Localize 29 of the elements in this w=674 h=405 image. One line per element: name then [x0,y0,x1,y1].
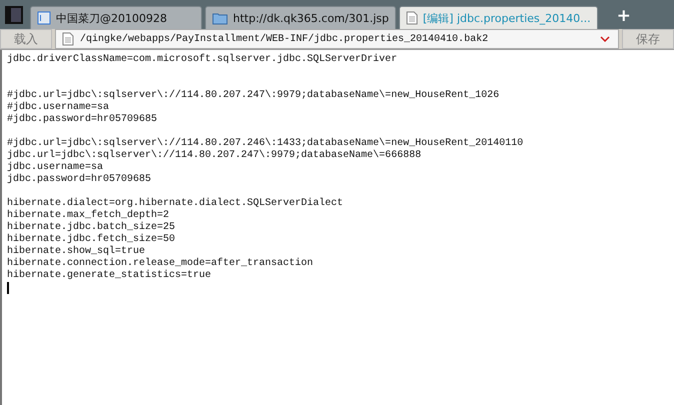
code-line: #jdbc.url=jdbc\:sqlserver\://114.80.207.247\:9979;databaseName\=new_HouseRent_1026 [7,90,500,102]
document-icon [62,32,74,46]
tab[interactable]: 中国菜刀@20100928 [30,6,202,29]
code-line: hibernate.dialect=org.hibernate.dialect.SQLServerDialect [7,198,344,210]
code-line: jdbc.driverClassName=com.microsoft.sqlserver.jdbc.SQLServerDriver [7,54,398,66]
load-button[interactable]: 载入 [0,29,52,49]
code-line: hibernate.connection.release_mode=after_transaction [7,258,314,270]
panel-toggle-icon[interactable] [5,6,23,24]
code-line: #jdbc.username=sa [7,102,110,114]
tab[interactable]: http://dk.qk365.com/301.jsp [205,6,396,29]
code-line: jdbc.url=jdbc\:sqlserver\://114.80.207.247\:9979;databaseName\=666888 [7,150,422,162]
code-line: hibernate.jdbc.fetch_size=50 [7,234,176,246]
save-button[interactable]: 保存 [622,29,674,49]
code-line: #jdbc.url=jdbc\:sqlserver\://114.80.207.246\:1433;databaseName\=new_HouseRent_20140110 [7,138,524,150]
code-line: #jdbc.password=hr05709685 [7,114,158,126]
folder-icon [212,11,228,25]
code-line: hibernate.max_fetch_depth=2 [7,210,170,222]
code-line: jdbc.password=hr05709685 [7,174,152,186]
dropdown-caret-icon[interactable] [600,36,610,42]
code-line: jdbc.username=sa [7,162,104,174]
window-icon [37,11,51,25]
code-line: hibernate.generate_statistics=true [7,270,212,282]
tab[interactable]: [编辑] jdbc.properties_20140... [398,6,598,29]
new-tab-button[interactable]: + [616,6,631,26]
document-icon [406,11,418,25]
code-line: hibernate.show_sql=true [7,246,146,258]
path-field[interactable]: /qingke/webapps/PayInstallment/WEB-INF/jdbc.properties_20140410.bak2 [55,29,619,49]
code-line: hibernate.jdbc.batch_size=25 [7,222,176,234]
text-cursor [7,282,9,294]
